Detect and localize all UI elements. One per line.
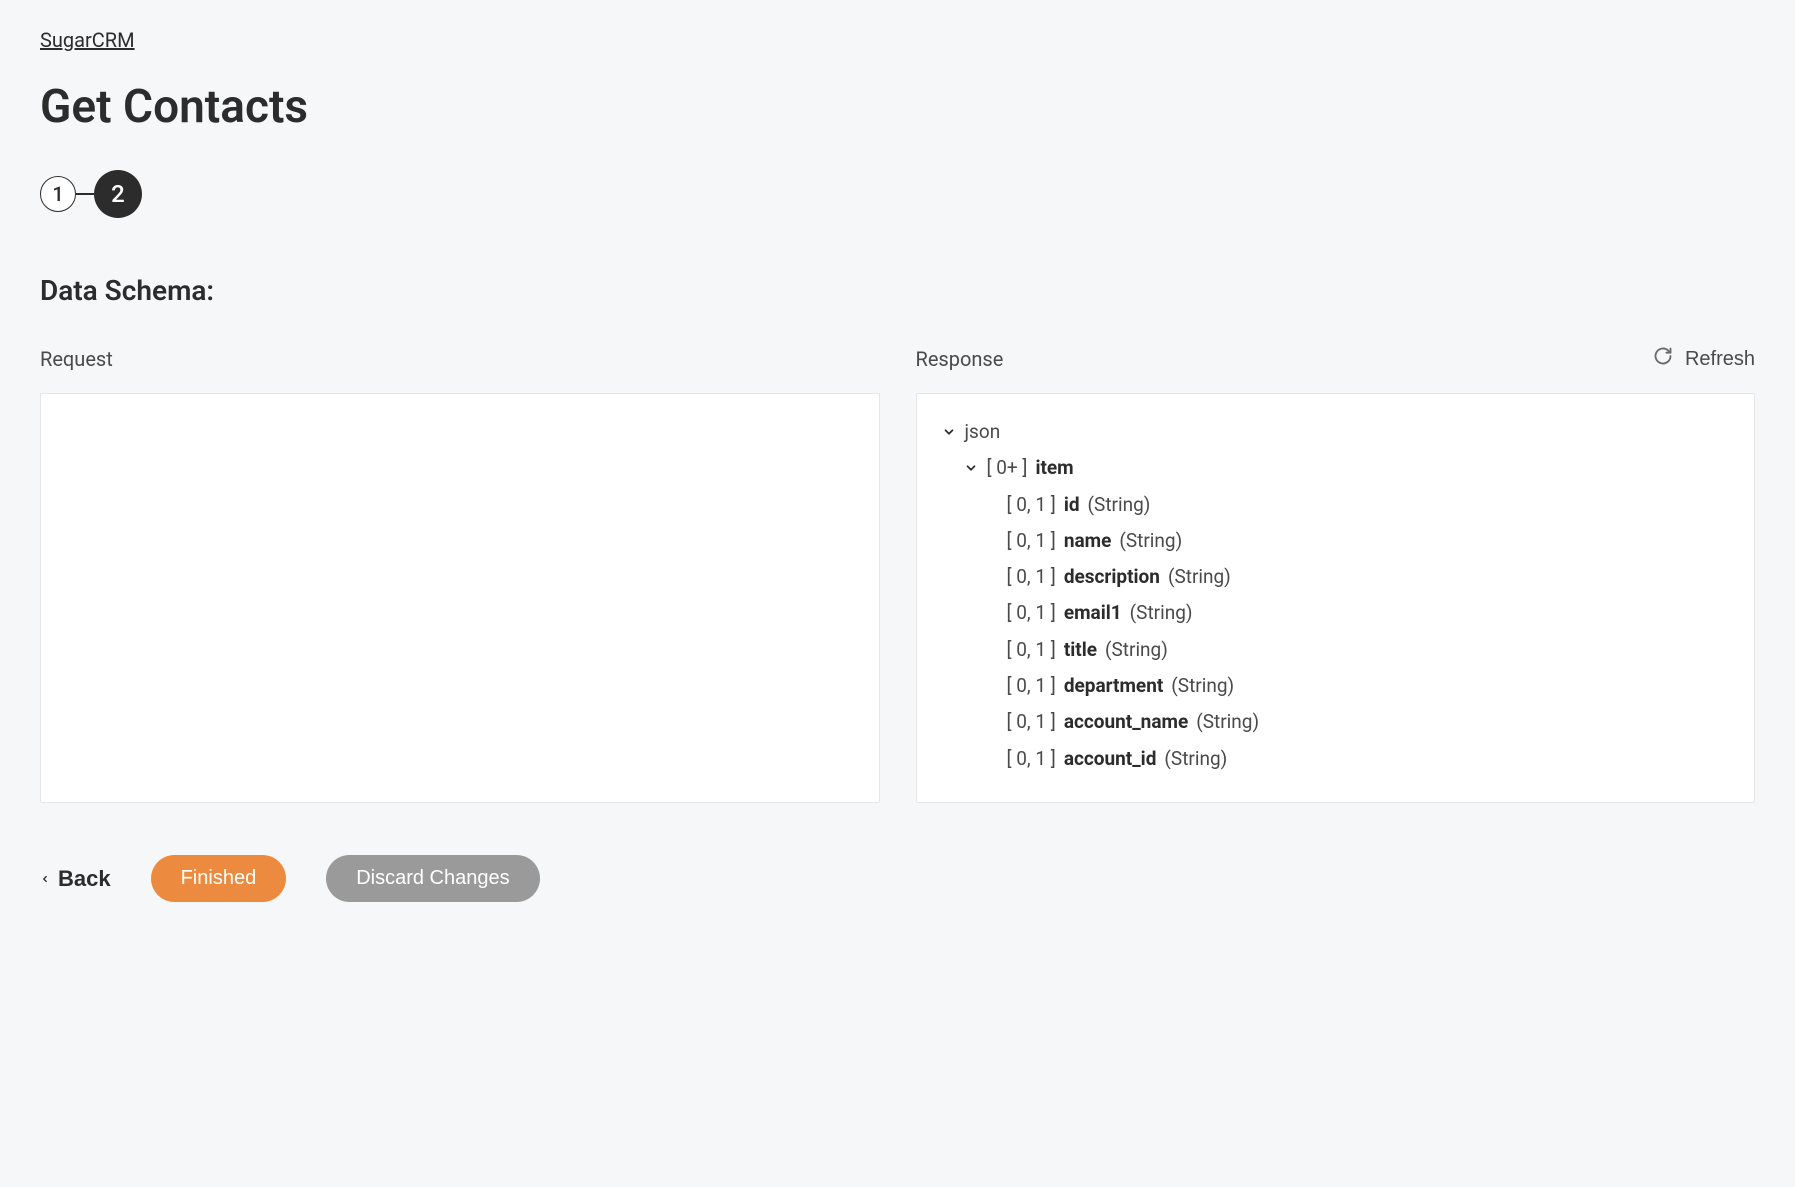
field-cardinality: [ 0, 1 ] [1007,597,1056,629]
step-connector [76,193,94,195]
field-name: account_id [1064,743,1157,775]
field-name: title [1064,634,1097,666]
page-title: Get Contacts [40,80,1755,134]
tree-item-label: item [1035,452,1073,484]
field-type: (String) [1196,706,1259,738]
discard-button[interactable]: Discard Changes [326,855,539,902]
request-label: Request [40,347,113,371]
refresh-icon [1653,346,1673,372]
tree-field-row[interactable]: [ 0, 1 ] email1 (String) [985,595,1731,631]
tree-root-label: json [965,416,1001,448]
field-cardinality: [ 0, 1 ] [1007,706,1056,738]
chevron-down-icon[interactable] [963,460,979,476]
tree-node-json[interactable]: json [941,414,1731,450]
tree-field-row[interactable]: [ 0, 1 ] department (String) [985,668,1731,704]
field-type: (String) [1168,561,1231,593]
field-name: name [1064,525,1112,557]
field-name: account_name [1064,706,1188,738]
field-cardinality: [ 0, 1 ] [1007,634,1056,666]
request-column: Request [40,343,880,803]
field-type: (String) [1130,597,1193,629]
tree-field-row[interactable]: [ 0, 1 ] account_id (String) [985,741,1731,777]
tree-field-row[interactable]: [ 0, 1 ] id (String) [985,487,1731,523]
response-column: Response Refresh [916,343,1756,803]
field-type: (String) [1088,489,1151,521]
breadcrumb-link[interactable]: SugarCRM [40,28,135,52]
tree-field-row[interactable]: [ 0, 1 ] title (String) [985,632,1731,668]
stepper: 1 2 [40,170,1755,218]
step-2[interactable]: 2 [94,170,142,218]
field-type: (String) [1164,743,1227,775]
footer: Back Finished Discard Changes [40,855,1755,902]
field-name: department [1064,670,1163,702]
tree-item-cardinality: [ 0+ ] [987,452,1028,484]
field-cardinality: [ 0, 1 ] [1007,489,1056,521]
refresh-label: Refresh [1685,348,1755,371]
section-title: Data Schema: [40,274,1755,307]
field-type: (String) [1171,670,1234,702]
field-cardinality: [ 0, 1 ] [1007,561,1056,593]
tree-field-row[interactable]: [ 0, 1 ] description (String) [985,559,1731,595]
chevron-left-icon [40,866,50,892]
finished-button[interactable]: Finished [151,855,287,902]
response-panel: json [ 0+ ] item [ 0, 1 ] id (String)[ 0… [916,393,1756,803]
request-panel [40,393,880,803]
field-type: (String) [1119,525,1182,557]
field-cardinality: [ 0, 1 ] [1007,743,1056,775]
response-label: Response [916,347,1004,371]
field-cardinality: [ 0, 1 ] [1007,525,1056,557]
refresh-button[interactable]: Refresh [1653,346,1755,372]
back-label: Back [58,866,111,892]
field-name: id [1064,489,1080,521]
field-cardinality: [ 0, 1 ] [1007,670,1056,702]
chevron-down-icon[interactable] [941,424,957,440]
tree-node-item[interactable]: [ 0+ ] item [963,450,1731,486]
tree-field-row[interactable]: [ 0, 1 ] account_name (String) [985,704,1731,740]
field-name: description [1064,561,1160,593]
field-type: (String) [1105,634,1168,666]
back-button[interactable]: Back [40,866,111,892]
tree-field-row[interactable]: [ 0, 1 ] name (String) [985,523,1731,559]
field-name: email1 [1064,597,1122,629]
step-1[interactable]: 1 [40,176,76,212]
